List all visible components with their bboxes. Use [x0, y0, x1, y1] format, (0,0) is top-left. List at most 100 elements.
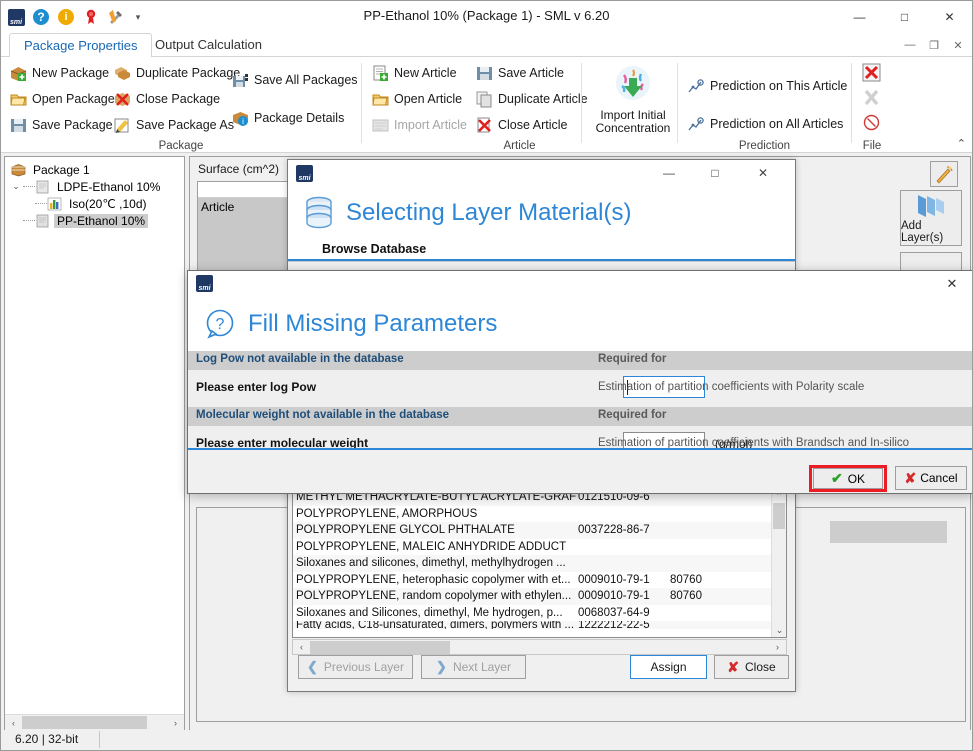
new-package-button[interactable]: New Package: [7, 60, 118, 86]
scroll-down-icon[interactable]: ⌄: [772, 623, 787, 637]
close-package-button[interactable]: Close Package: [111, 86, 243, 112]
cancel-circle-button[interactable]: [860, 111, 882, 133]
ribbon-group-article: New Article Open Article Import Article: [363, 57, 676, 153]
check-green-icon: ✔: [831, 470, 843, 487]
table-row[interactable]: Fatty acids, C18-unsaturated, dimers, po…: [293, 621, 786, 629]
table-row[interactable]: POLYPROPYLENE, heterophasic copolymer wi…: [293, 572, 786, 589]
table-row[interactable]: POLYPROPYLENE, AMORPHOUS: [293, 506, 786, 523]
tree-horizontal-scrollbar[interactable]: ‹ ›: [5, 714, 184, 730]
material-list[interactable]: METHYL METHACRYLATE-BUTYL ACRYLATE-GRAFT…: [292, 488, 787, 638]
scroll-thumb[interactable]: [773, 503, 785, 529]
tree-node-package-1[interactable]: Package 1: [5, 161, 184, 178]
ribbon-group-file: File: [852, 57, 892, 153]
tree-node-pp-ethanol[interactable]: PP-Ethanol 10%: [5, 212, 184, 229]
open-article-button[interactable]: Open Article: [369, 86, 470, 112]
x-red-icon: ✘: [727, 659, 739, 676]
dialog-close-button[interactable]: ✕: [931, 271, 973, 296]
package-col-2: Duplicate Package Close Package Sav: [111, 60, 243, 138]
material-list-vertical-scrollbar[interactable]: ⌃ ⌄: [771, 489, 786, 637]
grid-row-article: Article: [201, 200, 234, 214]
cancel-button[interactable]: ✘ Cancel: [895, 466, 967, 490]
scroll-right-icon[interactable]: ›: [769, 640, 786, 655]
close-red-icon: [862, 63, 881, 82]
import-initial-concentration-button[interactable]: Import Initial Concentration: [591, 61, 675, 145]
label: Add Layer(s): [901, 220, 961, 244]
ribbon-collapse-icon[interactable]: ⌃: [957, 137, 966, 150]
mdi-close-button[interactable]: ✕: [946, 35, 970, 55]
assign-button[interactable]: Assign: [630, 655, 707, 679]
close-article-button[interactable]: Close Article: [473, 112, 591, 138]
table-row[interactable]: POLYPROPYLENE, random copolymer with eth…: [293, 588, 786, 605]
material-name: POLYPROPYLENE, random copolymer with eth…: [296, 590, 578, 602]
ok-button[interactable]: ✔ OK: [813, 468, 883, 489]
mdi-minimize-button[interactable]: —: [898, 35, 922, 55]
dialog-minimize-button[interactable]: —: [651, 160, 687, 186]
cut-grey-icon: [862, 88, 881, 107]
prediction-on-all-articles-button[interactable]: Prediction on All Articles: [685, 111, 850, 137]
log-pow-prompt-label: Please enter log Pow: [196, 380, 316, 394]
ribbon-separator-1: [361, 63, 362, 143]
table-row[interactable]: POLYPROPYLENE, MALEIC ANHYDRIDE ADDUCT: [293, 539, 786, 556]
question-bubble-icon: ?: [204, 308, 236, 340]
save-all-packages-button[interactable]: Save All Packages: [229, 67, 361, 93]
save-article-button[interactable]: Save Article: [473, 60, 591, 86]
tab-output-calculation[interactable]: Output Calculation: [141, 33, 276, 57]
tree-expander-icon[interactable]: ⌄: [9, 181, 23, 192]
label: Duplicate Package: [136, 66, 240, 80]
close-button[interactable]: ✘ Close: [714, 655, 789, 679]
dialog-maximize-button[interactable]: □: [697, 160, 733, 186]
table-row[interactable]: Siloxanes and Silicones, dimethyl, Me hy…: [293, 605, 786, 622]
close-article-icon: [476, 117, 493, 134]
close-red-button[interactable]: [860, 61, 882, 83]
ribbon-group-package: New Package Open Package Save Packa: [1, 57, 361, 153]
import-article-icon: [372, 117, 389, 134]
package-col-1: New Package Open Package Save Packa: [7, 60, 118, 138]
scroll-thumb[interactable]: [310, 641, 450, 654]
window-minimize-button[interactable]: —: [837, 1, 882, 32]
duplicate-article-button[interactable]: Duplicate Article: [473, 86, 591, 112]
mdi-restore-button[interactable]: ❐: [922, 35, 946, 55]
material-list-horizontal-scrollbar[interactable]: ‹ ›: [292, 639, 787, 655]
table-row[interactable]: Siloxanes and silicones, dimethyl, methy…: [293, 555, 786, 572]
package-details-button[interactable]: i Package Details: [229, 105, 361, 131]
tree-node-ldpe-ethanol[interactable]: ⌄ LDPE-Ethanol 10%: [5, 178, 184, 195]
tab-browse-database[interactable]: Browse Database: [306, 239, 442, 261]
scroll-left-icon[interactable]: ‹: [293, 640, 310, 655]
window-close-button[interactable]: ✕: [927, 1, 972, 32]
duplicate-package-button[interactable]: Duplicate Package: [111, 60, 243, 86]
ribbon-separator-article-inner: [581, 63, 582, 143]
dialog-logo-glyph: smi: [196, 275, 213, 292]
tab-package-properties[interactable]: Package Properties: [9, 33, 152, 58]
dialog-tab-strip: Browse Database: [288, 239, 795, 261]
new-article-button[interactable]: New Article: [369, 60, 470, 86]
scroll-left-icon[interactable]: ‹: [5, 715, 22, 730]
open-package-button[interactable]: Open Package: [7, 86, 118, 112]
label: Import Article: [394, 118, 467, 132]
scroll-thumb[interactable]: [22, 716, 147, 729]
material-name: POLYPROPYLENE, AMORPHOUS: [296, 508, 578, 520]
material-cas: 0037228-86-7: [578, 524, 670, 536]
tree-node-label: LDPE-Ethanol 10%: [54, 180, 163, 194]
table-row[interactable]: POLYPROPYLENE GLYCOL PHTHALATE 0037228-8…: [293, 522, 786, 539]
save-package-as-button[interactable]: Save Package As: [111, 112, 243, 138]
scroll-right-icon[interactable]: ›: [167, 715, 184, 730]
save-package-button[interactable]: Save Package: [7, 112, 118, 138]
window-maximize-button[interactable]: □: [882, 1, 927, 32]
tree-node-label: PP-Ethanol 10%: [54, 214, 148, 228]
next-layer-button[interactable]: ❯ Next Layer: [421, 655, 526, 679]
package-icon: [11, 163, 26, 177]
surface-label: Surface (cm^2): [198, 162, 279, 176]
article-col-1: New Article Open Article Import Article: [369, 60, 470, 138]
save-package-as-icon: [114, 117, 131, 134]
previous-layer-button[interactable]: ❮ Previous Layer: [298, 655, 413, 679]
cut-grey-button[interactable]: [860, 86, 882, 108]
dialog-heading: Selecting Layer Material(s): [346, 199, 631, 227]
tree-node-iso[interactable]: Iso(20℃ ,10d): [5, 195, 184, 212]
import-article-button[interactable]: Import Article: [369, 112, 470, 138]
material-number: 80760: [670, 590, 740, 602]
add-layers-button[interactable]: Add Layer(s): [900, 190, 962, 246]
wand-button[interactable]: [930, 161, 958, 187]
log-pow-description: Estimation of partition coefficients wit…: [598, 381, 864, 393]
dialog-close-button[interactable]: ✕: [745, 160, 781, 186]
prediction-on-this-article-button[interactable]: Prediction on This Article: [685, 73, 850, 99]
